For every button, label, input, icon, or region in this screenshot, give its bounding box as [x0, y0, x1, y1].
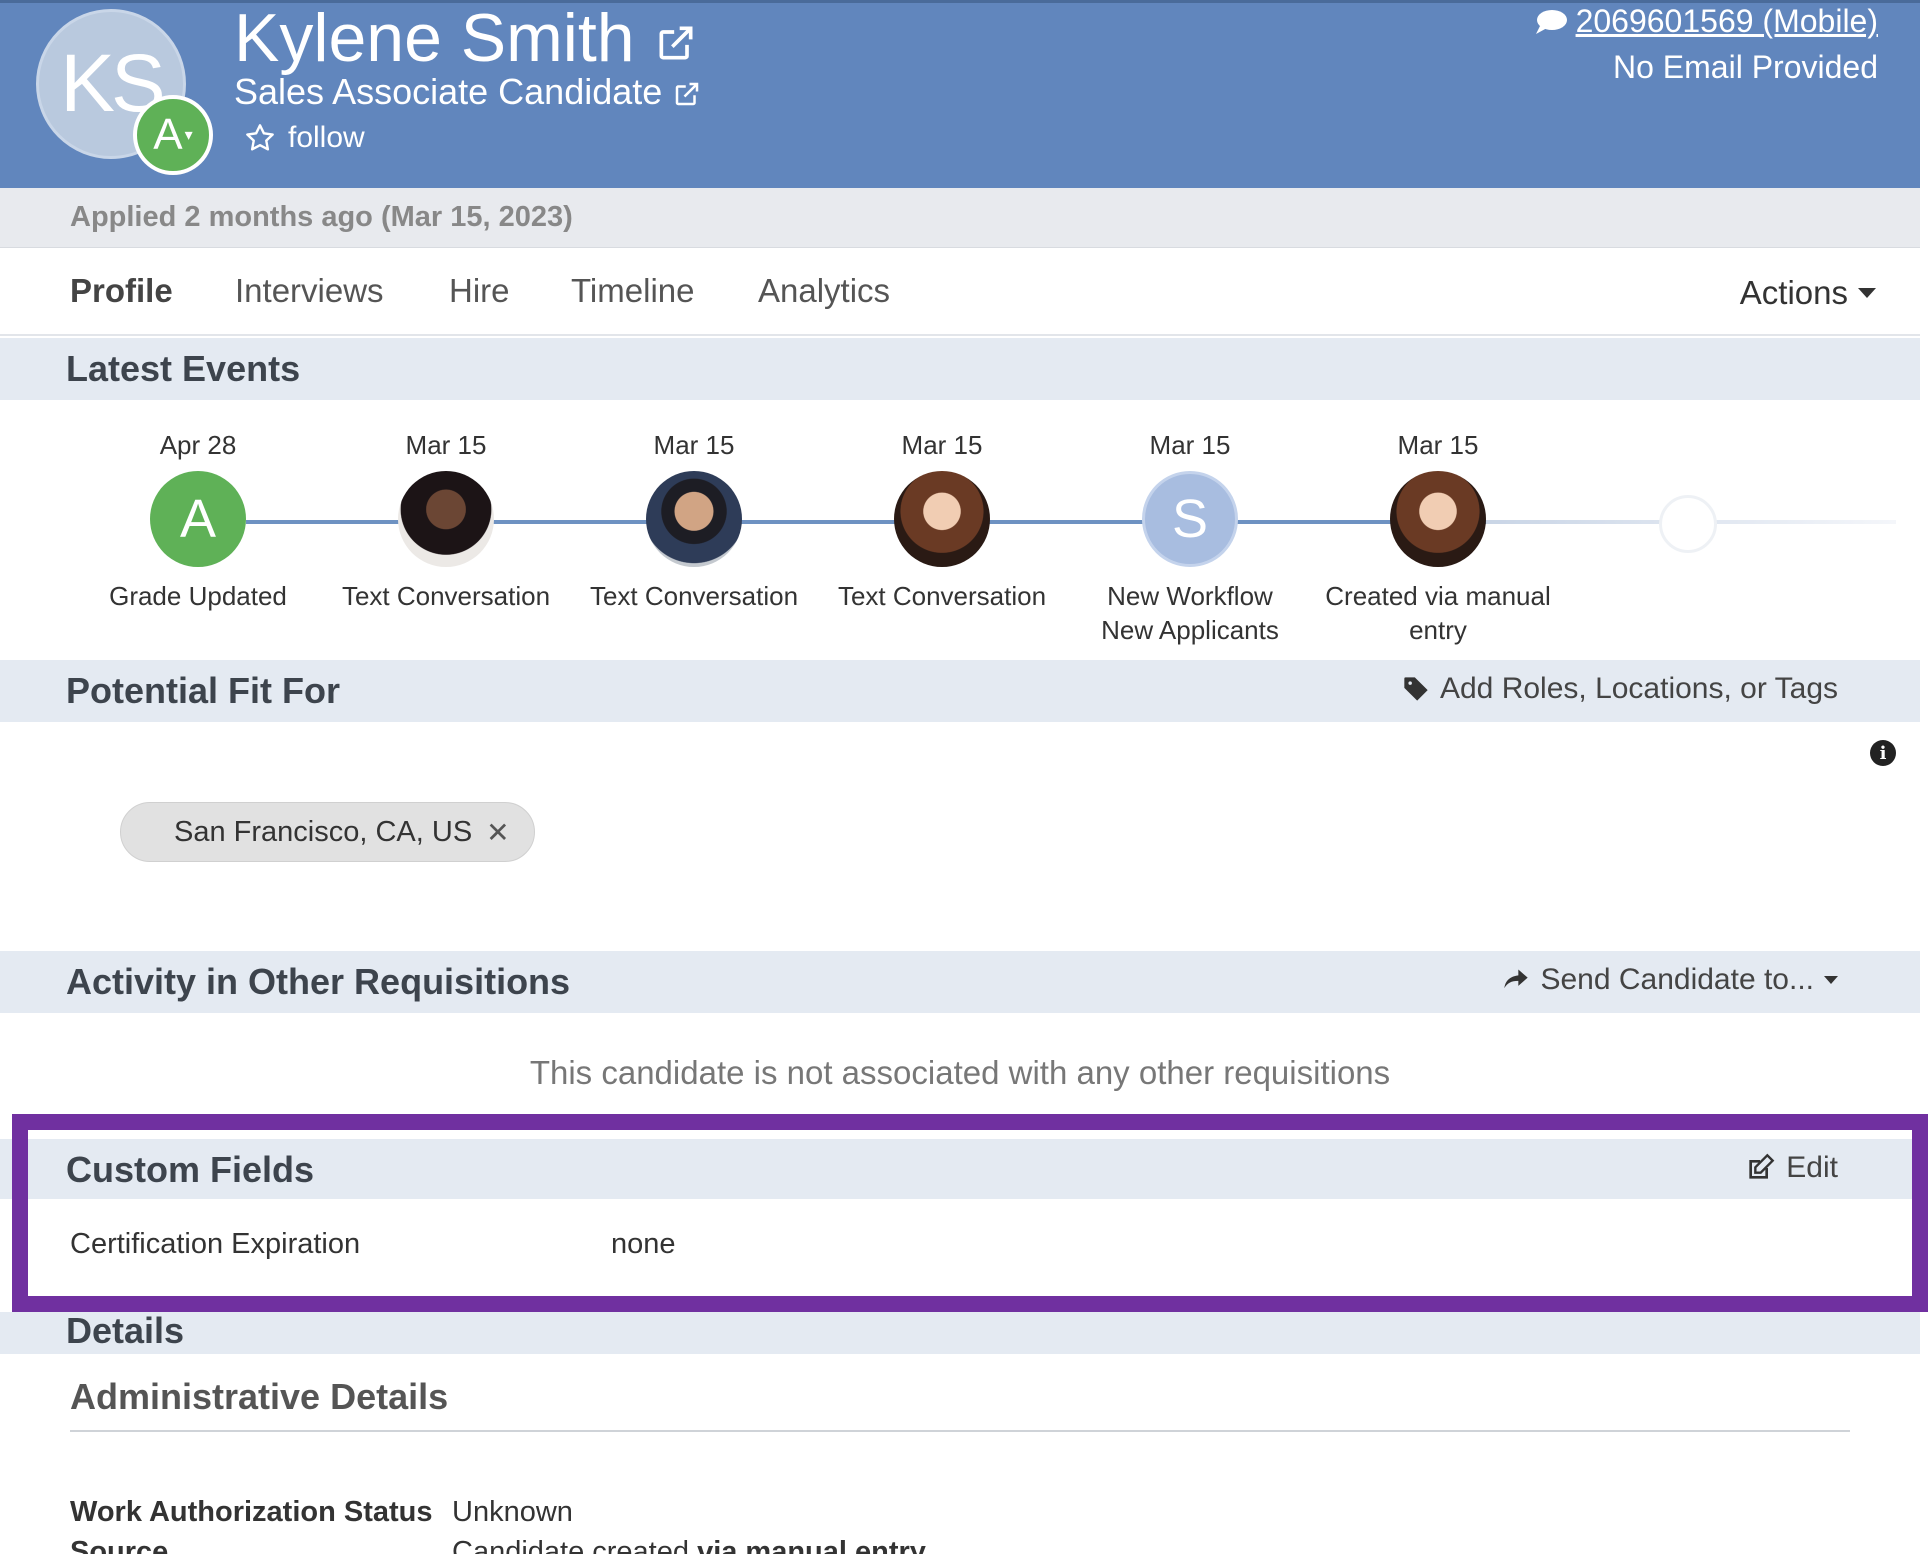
timeline-event[interactable]: Apr 28 A Grade Updated — [78, 430, 318, 613]
event-date: Mar 15 — [653, 430, 735, 460]
caret-down-icon — [1858, 288, 1876, 298]
details-header: Details — [0, 1310, 1920, 1354]
source-value: Candidate created via manual entry — [452, 1536, 926, 1554]
tab-profile[interactable]: Profile — [70, 272, 173, 310]
phone-number: 2069601569 (Mobile) — [1575, 3, 1878, 39]
event-label-line: Grade Updated — [109, 581, 287, 611]
applied-bar: Applied 2 months ago (Mar 15, 2023) — [0, 188, 1920, 248]
timeline-event[interactable]: Mar 15 Text Conversation — [326, 430, 566, 613]
tab-interviews[interactable]: Interviews — [235, 272, 384, 310]
candidate-name[interactable]: Kylene Smith — [234, 0, 698, 77]
remove-tag-icon[interactable]: ✕ — [486, 816, 509, 849]
events-timeline: Apr 28 A Grade Updated Mar 15 Text Conve… — [0, 400, 1920, 660]
tab-analytics[interactable]: Analytics — [758, 272, 890, 310]
event-label: New Workflow New Applicants — [1070, 579, 1310, 647]
empty-requisitions-message: This candidate is not associated with an… — [529, 1054, 1391, 1091]
location-tag: San Francisco, CA, US ✕ — [120, 802, 535, 862]
other-requisitions-header: Activity in Other Requisitions Send Cand… — [0, 951, 1920, 1013]
latest-events-header: Latest Events — [0, 338, 1920, 400]
section-title: Details — [66, 1310, 185, 1351]
event-label: Created via manual entry — [1318, 579, 1558, 647]
administrative-details-title: Administrative Details — [70, 1376, 449, 1417]
event-label: Text Conversation — [822, 579, 1062, 613]
user-photo-icon — [646, 471, 742, 567]
tab-bar: Profile Interviews Hire Timeline Analyti… — [0, 250, 1920, 336]
user-photo-icon — [1390, 471, 1486, 567]
event-label-line: entry — [1409, 615, 1467, 645]
applied-date: Applied 2 months ago (Mar 15, 2023) — [70, 201, 573, 233]
timeline-event[interactable]: Mar 15 S New Workflow New Applicants — [1070, 430, 1310, 647]
candidate-role[interactable]: Sales Associate Candidate — [234, 71, 702, 113]
timeline-event[interactable]: Mar 15 Created via manual entry — [1318, 430, 1558, 647]
follow-button[interactable]: follow — [244, 121, 365, 155]
source-prefix: Candidate created — [452, 1536, 698, 1554]
timeline-event[interactable]: Mar 15 Text Conversation — [822, 430, 1062, 613]
follow-label: follow — [288, 121, 365, 154]
info-icon[interactable]: i — [1870, 740, 1896, 766]
source-method: via manual entry — [697, 1536, 926, 1554]
event-label-line: New Applicants — [1101, 615, 1279, 645]
event-label-line: Text Conversation — [837, 581, 1047, 611]
event-label: Text Conversation — [574, 579, 814, 613]
event-date: Mar 15 — [405, 430, 487, 460]
add-roles-button[interactable]: Add Roles, Locations, or Tags — [1402, 672, 1838, 706]
external-link-icon[interactable] — [672, 79, 702, 109]
timeline-empty-node — [1659, 495, 1717, 553]
event-date: Apr 28 — [159, 430, 237, 460]
event-date: Mar 15 — [1397, 430, 1479, 460]
event-date: Mar 15 — [1149, 430, 1231, 460]
add-roles-label: Add Roles, Locations, or Tags — [1439, 672, 1838, 705]
event-label: Grade Updated — [78, 579, 318, 613]
tag-icon — [1404, 677, 1428, 701]
event-label-line: New Workflow — [1107, 581, 1273, 611]
event-label: Text Conversation — [326, 579, 566, 613]
highlight-box — [12, 1114, 1928, 1312]
phone-link[interactable]: 2069601569 (Mobile) — [1534, 3, 1878, 40]
workflow-letter: S — [1171, 489, 1209, 549]
event-label-line: Text Conversation — [589, 581, 799, 611]
email-status: No Email Provided — [1613, 49, 1878, 85]
workflow-icon: S — [1142, 471, 1238, 567]
share-arrow-icon — [1504, 969, 1529, 989]
chevron-down-icon: ▾ — [184, 127, 193, 144]
send-candidate-label: Send Candidate to... — [1540, 963, 1814, 996]
candidate-header: KS A ▾ Kylene Smith Sales Associate Candi… — [0, 0, 1920, 188]
user-photo-icon — [894, 471, 990, 567]
event-label-line: Created via manual — [1325, 581, 1551, 611]
chat-bubble-icon — [1535, 9, 1567, 34]
star-icon — [246, 124, 274, 151]
tab-timeline[interactable]: Timeline — [571, 272, 694, 310]
tag-label: San Francisco, CA, US — [174, 815, 473, 848]
grade-badge[interactable]: A ▾ — [133, 95, 213, 175]
tab-hire[interactable]: Hire — [449, 272, 510, 310]
event-date: Mar 15 — [901, 430, 983, 460]
actions-label: Actions — [1739, 274, 1848, 311]
external-link-icon[interactable] — [654, 21, 698, 65]
section-title: Latest Events — [66, 348, 301, 389]
candidate-role-text: Sales Associate Candidate — [234, 71, 663, 112]
event-label-line: Text Conversation — [341, 581, 551, 611]
work-authorization-label: Work Authorization Status — [70, 1496, 433, 1528]
timeline-event[interactable]: Mar 15 Text Conversation — [574, 430, 814, 613]
section-title: Activity in Other Requisitions — [66, 961, 571, 1002]
potential-fit-header: Potential Fit For Add Roles, Locations, … — [0, 660, 1920, 722]
grade-letter: A — [153, 110, 183, 159]
candidate-name-text: Kylene Smith — [234, 0, 635, 76]
send-candidate-dropdown[interactable]: Send Candidate to... — [1502, 963, 1838, 997]
source-label: Source — [70, 1536, 169, 1554]
grade-letter: A — [179, 489, 217, 549]
caret-down-icon — [1824, 976, 1838, 984]
grade-icon: A — [150, 471, 246, 567]
divider — [70, 1430, 1850, 1432]
actions-dropdown[interactable]: Actions — [1740, 274, 1876, 312]
section-title: Potential Fit For — [66, 670, 340, 711]
user-photo-icon — [398, 471, 494, 567]
work-authorization-value: Unknown — [452, 1496, 573, 1528]
